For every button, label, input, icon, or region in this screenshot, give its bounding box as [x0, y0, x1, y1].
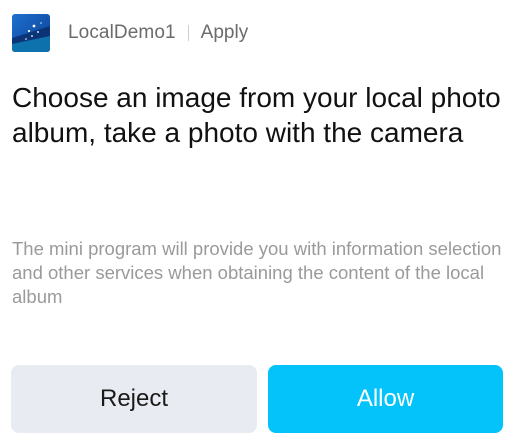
reject-button[interactable]: Reject	[11, 365, 257, 433]
permission-title: Choose an image from your local photo al…	[12, 82, 501, 148]
request-type-label: Apply	[200, 22, 249, 43]
header-divider	[187, 25, 189, 41]
permission-header: LocalDemo1 Apply	[12, 14, 248, 52]
permission-description: The mini program will provide you with i…	[12, 238, 502, 307]
app-logo-icon	[12, 14, 50, 52]
allow-button[interactable]: Allow	[268, 365, 503, 433]
app-name: LocalDemo1	[68, 22, 176, 43]
